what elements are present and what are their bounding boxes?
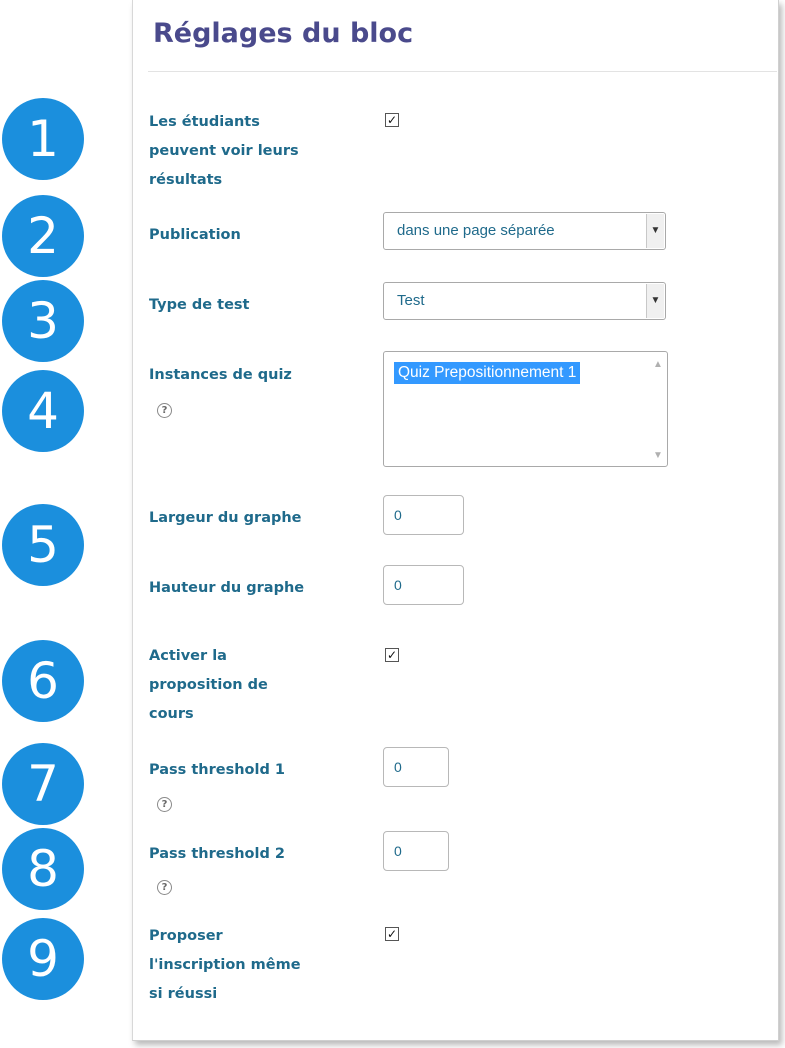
- help-icon[interactable]: ?: [157, 880, 172, 895]
- step-marker-8: 8: [2, 828, 84, 910]
- label-line: Activer la: [149, 648, 227, 664]
- step-marker-5: 5: [2, 504, 84, 586]
- graph-height-input[interactable]: 0: [383, 565, 464, 605]
- step-marker-2: 2: [2, 195, 84, 277]
- title-divider: [148, 71, 777, 72]
- step-marker-4: 4: [2, 370, 84, 452]
- graph-width-input[interactable]: 0: [383, 495, 464, 535]
- publication-select[interactable]: dans une page séparée ▼: [383, 212, 666, 250]
- step-marker-7: 7: [2, 743, 84, 825]
- test-type-select[interactable]: Test ▼: [383, 282, 666, 320]
- propose-enrolment-checkbox[interactable]: ✓: [385, 927, 399, 941]
- label-line: l'inscription même: [149, 957, 301, 973]
- help-icon[interactable]: ?: [157, 403, 172, 418]
- test-type-label: Type de test: [149, 297, 250, 313]
- step-marker-1: 1: [2, 98, 84, 180]
- quiz-instances-label: Instances de quiz: [149, 367, 292, 383]
- step-marker-3: 3: [2, 280, 84, 362]
- label-line: proposition de: [149, 677, 268, 693]
- students-see-results-checkbox[interactable]: ✓: [385, 113, 399, 127]
- chevron-down-icon[interactable]: ▼: [646, 284, 664, 318]
- label-line: résultats: [149, 172, 223, 188]
- step-marker-6: 6: [2, 640, 84, 722]
- label-line: cours: [149, 706, 194, 722]
- listbox-scrollbar[interactable]: ▲ ▼: [650, 353, 666, 465]
- propose-enrolment-label: Proposer l'inscription même si réussi: [149, 922, 301, 1009]
- label-line: Les étudiants: [149, 114, 260, 130]
- test-type-select-value: Test: [397, 292, 425, 309]
- label-line: Proposer: [149, 928, 223, 944]
- publication-label: Publication: [149, 227, 241, 243]
- step-marker-9: 9: [2, 918, 84, 1000]
- pass-threshold-2-input[interactable]: 0: [383, 831, 449, 871]
- chevron-down-icon[interactable]: ▼: [646, 214, 664, 248]
- help-icon[interactable]: ?: [157, 797, 172, 812]
- scroll-down-icon[interactable]: ▼: [650, 450, 666, 461]
- students-see-results-label: Les étudiants peuvent voir leurs résulta…: [149, 108, 299, 195]
- course-proposal-checkbox[interactable]: ✓: [385, 648, 399, 662]
- quiz-instances-listbox[interactable]: Quiz Prepositionnement 1 ▲ ▼: [383, 351, 668, 467]
- label-line: si réussi: [149, 986, 218, 1002]
- graph-height-label: Hauteur du graphe: [149, 580, 305, 596]
- publication-select-value: dans une page séparée: [397, 222, 555, 239]
- page-title: Réglages du bloc: [153, 18, 414, 49]
- pass-threshold-2-label: Pass threshold 2: [149, 846, 285, 862]
- scroll-up-icon[interactable]: ▲: [650, 359, 666, 370]
- pass-threshold-1-input[interactable]: 0: [383, 747, 449, 787]
- pass-threshold-1-label: Pass threshold 1: [149, 762, 285, 778]
- quiz-instance-option[interactable]: Quiz Prepositionnement 1: [394, 362, 581, 384]
- course-proposal-label: Activer la proposition de cours: [149, 642, 268, 729]
- graph-width-label: Largeur du graphe: [149, 510, 302, 526]
- label-line: peuvent voir leurs: [149, 143, 299, 159]
